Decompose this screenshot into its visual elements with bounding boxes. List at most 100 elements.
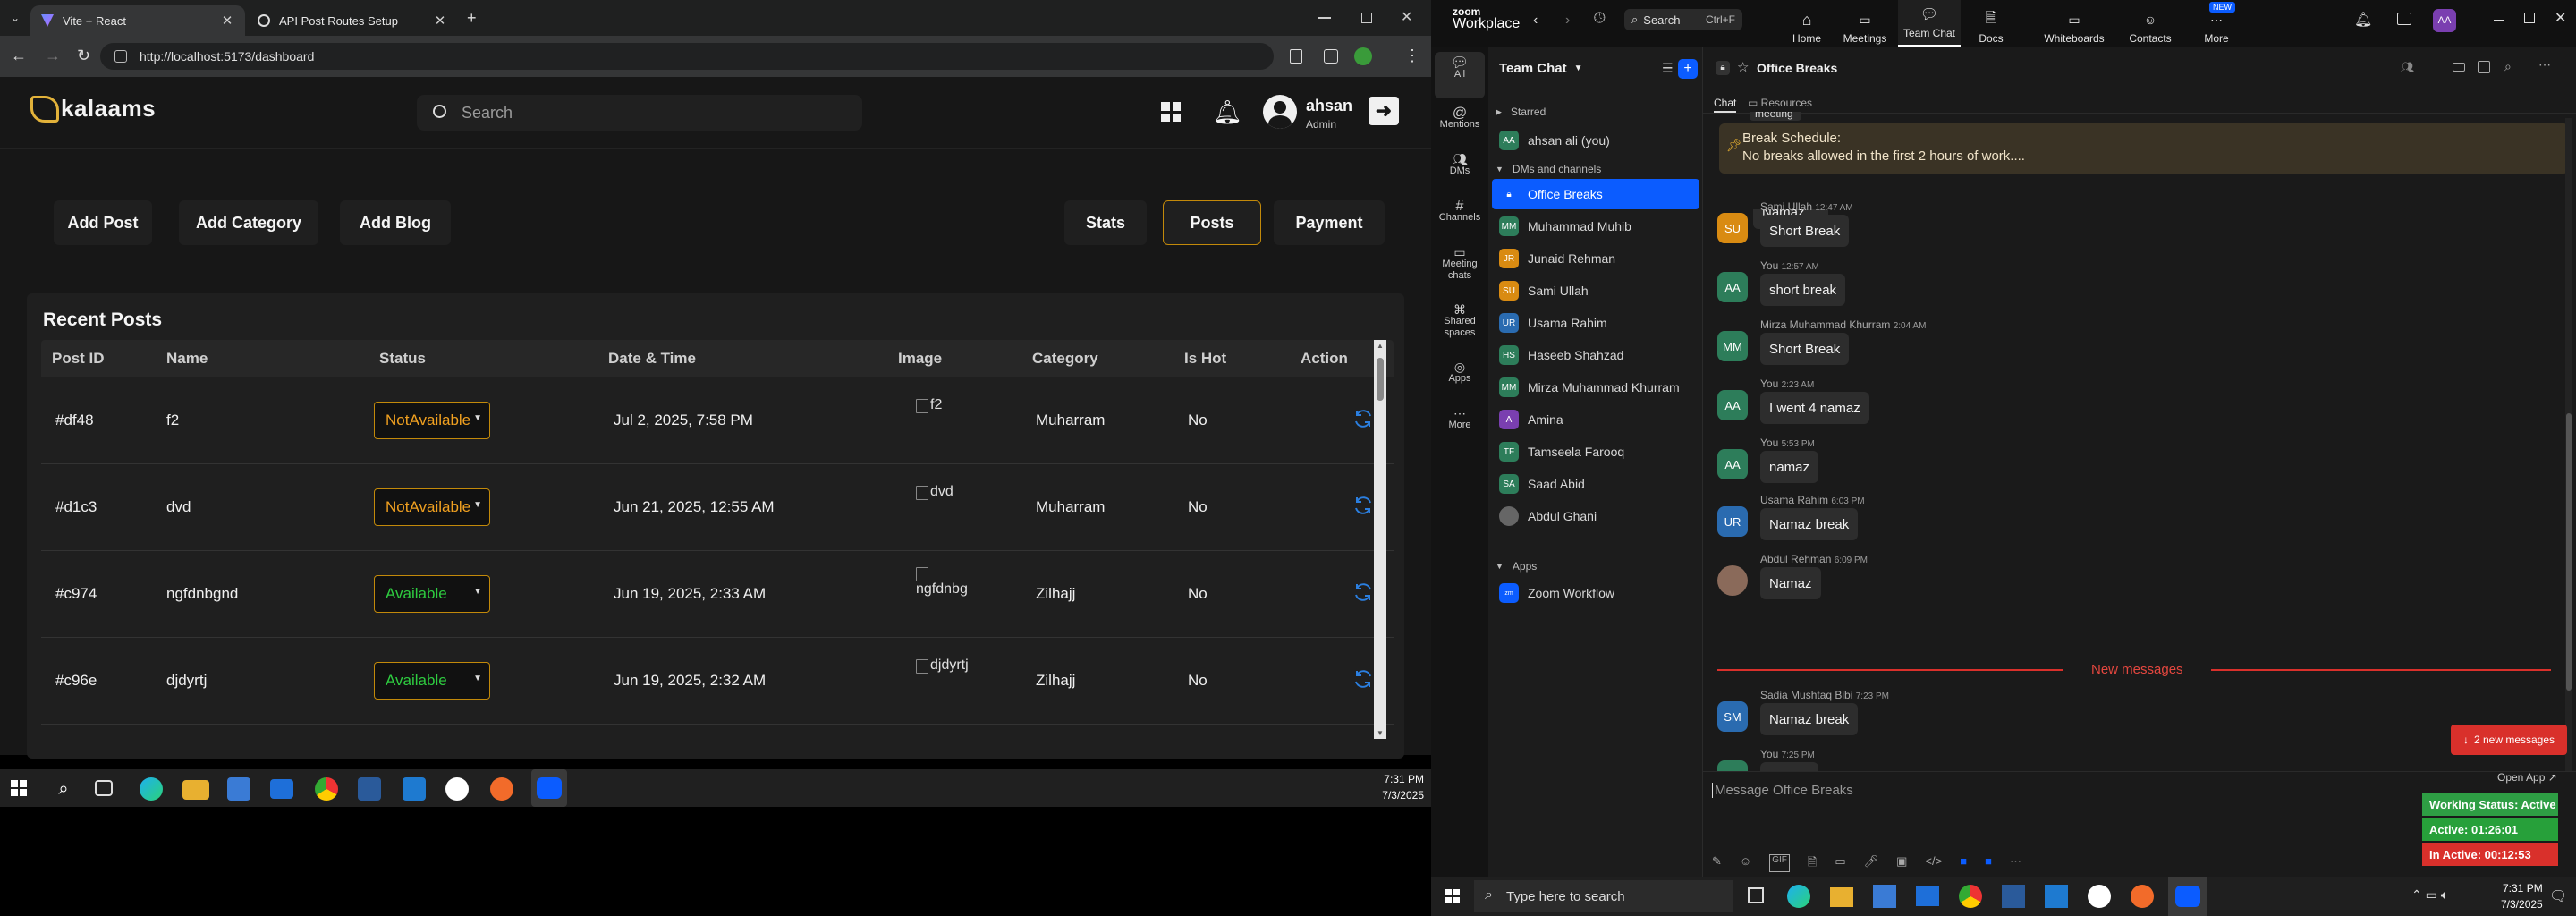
tab-chat[interactable]: Chat xyxy=(1714,97,1737,113)
logout-icon[interactable]: ➜ xyxy=(1368,97,1399,125)
status-select[interactable]: NotAvailable ▼ xyxy=(374,402,490,439)
close-window-icon[interactable]: ✕ xyxy=(2555,9,2566,27)
menu-kebab-icon[interactable]: ⋮ xyxy=(1404,47,1420,65)
message-item[interactable]: AA You 12:57 AM short break xyxy=(1717,259,2558,317)
chat-item-ahsan-ali[interactable]: AA ahsan ali (you) xyxy=(1492,125,1699,156)
message-input[interactable]: Message Office Breaks xyxy=(1712,783,1853,798)
windows-start-icon[interactable] xyxy=(11,780,27,796)
star-icon[interactable]: ☆ xyxy=(1737,59,1749,75)
apps-grid-icon[interactable] xyxy=(1161,102,1181,122)
message-item[interactable]: AA You 2:23 AM I went 4 namaz xyxy=(1717,377,2558,435)
edge-icon[interactable] xyxy=(140,777,163,801)
channel-title[interactable]: Office Breaks xyxy=(1757,61,1837,75)
format-icon[interactable]: ✎ xyxy=(1712,854,1722,872)
rail-mentions[interactable]: @ Mentions xyxy=(1431,102,1488,131)
store-icon[interactable] xyxy=(227,777,250,801)
status-select[interactable]: NotAvailable ▼ xyxy=(374,488,490,526)
task-view-icon[interactable] xyxy=(1748,887,1764,903)
tab-search-icon[interactable]: ⌄ xyxy=(7,10,23,26)
rail-channels[interactable]: # Channels xyxy=(1431,195,1488,224)
user-avatar-icon[interactable] xyxy=(1263,95,1297,129)
add-blog-button[interactable]: Add Blog xyxy=(340,200,451,245)
mail-icon[interactable] xyxy=(270,779,293,799)
postman-icon[interactable] xyxy=(490,777,513,801)
refresh-icon[interactable] xyxy=(1352,408,1374,429)
pinned-banner[interactable]: 📌︎ Break Schedule: No breaks allowed in … xyxy=(1719,123,2569,174)
chat-item-tamseela-farooq[interactable]: TF Tamseela Farooq xyxy=(1492,437,1699,467)
vscode-icon[interactable] xyxy=(402,777,426,801)
site-info-icon[interactable] xyxy=(114,50,127,63)
profile-avatar[interactable] xyxy=(1354,47,1372,65)
chat-item-haseeb-shahzad[interactable]: HS Haseeb Shahzad xyxy=(1492,340,1699,370)
tab-api-post-routes[interactable]: API Post Routes Setup ✕ xyxy=(247,5,458,36)
message-item[interactable]: SU Sami Ullah 12:47 AM Short Break xyxy=(1717,200,2558,258)
user-avatar[interactable]: AA xyxy=(2433,9,2456,32)
extensions-puzzle-icon[interactable] xyxy=(1324,49,1338,64)
edge-icon[interactable] xyxy=(1787,885,1810,908)
search-icon[interactable]: ⌕ xyxy=(2504,59,2512,74)
status-select[interactable]: Available ▼ xyxy=(374,662,490,700)
back-icon[interactable]: ← xyxy=(11,47,27,65)
tab-docs[interactable]: 🗎︎ Docs xyxy=(1964,5,2018,46)
status-select[interactable]: Available ▼ xyxy=(374,575,490,613)
chat-item-junaid-rehman[interactable]: JR Junaid Rehman xyxy=(1492,243,1699,274)
more-icon[interactable]: ⋯ xyxy=(2538,57,2551,72)
video-message-icon[interactable]: ▣ xyxy=(1896,854,1907,872)
scroll-thumb[interactable] xyxy=(2566,413,2572,691)
postman-icon[interactable] xyxy=(2131,885,2154,908)
new-messages-button[interactable]: ↓ 2 new messages xyxy=(2451,725,2567,755)
code-snippet-icon[interactable]: </> xyxy=(1925,854,1942,872)
rail-all[interactable]: 💬︎ All xyxy=(1435,52,1485,98)
gif-icon[interactable]: GIF xyxy=(1769,854,1790,872)
team-chat-title[interactable]: Team Chat ▼ xyxy=(1499,61,1582,76)
tab-whiteboards[interactable]: ▭ Whiteboards xyxy=(2036,5,2113,46)
chat-item-usama-rahim[interactable]: UR Usama Rahim xyxy=(1492,308,1699,338)
video-icon[interactable] xyxy=(2453,63,2465,72)
starred-section-header[interactable]: ▶ Starred xyxy=(1496,106,1546,118)
close-tab-icon[interactable]: ✕ xyxy=(220,13,234,29)
zoom-taskbar-active[interactable] xyxy=(2168,877,2207,916)
app-icon[interactable]: ■ xyxy=(1985,854,1992,872)
windows-start-icon[interactable] xyxy=(1445,889,1460,903)
more-icon[interactable]: ⋯ xyxy=(2010,854,2021,872)
back-icon[interactable]: ‹ xyxy=(1533,13,1538,29)
chat-item-mirza-muhammad-khurram[interactable]: MM Mirza Muhammad Khurram xyxy=(1492,372,1699,403)
minimize-icon[interactable] xyxy=(2494,20,2504,21)
new-chat-plus-icon[interactable]: + xyxy=(1678,59,1698,79)
app-icon[interactable] xyxy=(2002,885,2025,908)
rail-shared-spaces[interactable]: ⌘ Shared spaces xyxy=(1431,299,1488,339)
message-item[interactable]: SM Sadia Mushtaq Bibi 7:23 PM Namaz brea… xyxy=(1717,689,2558,746)
open-app-link[interactable]: Open App ↗ xyxy=(2497,771,2557,784)
app-icon[interactable] xyxy=(2088,885,2111,908)
chat-item-amina[interactable]: A Amina xyxy=(1492,404,1699,435)
screenshot-icon[interactable]: ▭ xyxy=(1835,854,1845,872)
attach-file-icon[interactable]: 🗎︎ xyxy=(1808,854,1817,872)
audio-icon[interactable]: 🎤︎ xyxy=(1864,854,1879,872)
extension-icon[interactable] xyxy=(1290,49,1302,64)
address-bar[interactable]: http://localhost:5173/dashboard xyxy=(100,43,1274,70)
close-tab-icon[interactable]: ✕ xyxy=(433,13,447,29)
chat-item-zoom-workflow[interactable]: zm Zoom Workflow xyxy=(1492,578,1699,608)
chat-item-sami-ullah[interactable]: SU Sami Ullah xyxy=(1492,276,1699,306)
chat-item-saad-abid[interactable]: SA Saad Abid xyxy=(1492,469,1699,499)
chat-item-muhammad-muhib[interactable]: MM Muhammad Muhib xyxy=(1492,211,1699,242)
rail-dms[interactable]: 👥︎ DMs xyxy=(1431,148,1488,177)
notification-bell-icon[interactable]: 🔔︎ xyxy=(2354,11,2372,29)
chrome-icon[interactable] xyxy=(315,777,338,801)
file-explorer-icon[interactable] xyxy=(182,780,209,800)
tab-home[interactable]: ⌂ Home xyxy=(1780,5,1834,46)
posts-button[interactable]: Posts xyxy=(1163,200,1261,245)
message-item[interactable]: AA You 5:53 PM namaz xyxy=(1717,437,2558,494)
new-tab-icon[interactable]: + xyxy=(467,9,477,28)
maximize-icon[interactable] xyxy=(1361,13,1372,23)
vscode-icon[interactable] xyxy=(2045,885,2068,908)
payment-button[interactable]: Payment xyxy=(1274,200,1385,245)
tab-resources[interactable]: ▭ Resources xyxy=(1748,97,1812,109)
scroll-thumb[interactable] xyxy=(1377,358,1384,401)
mail-icon[interactable] xyxy=(1916,886,1939,906)
chat-item-abdul-ghani[interactable]: Abdul Ghani xyxy=(1492,501,1699,531)
message-item[interactable]: UR Usama Rahim 6:03 PM Namaz break xyxy=(1717,494,2558,551)
reload-icon[interactable]: ↻ xyxy=(77,47,90,65)
zoom-search[interactable]: ⌕ Search Ctrl+F xyxy=(1624,9,1742,30)
members-icon[interactable]: 👥︎ xyxy=(2401,61,2414,73)
